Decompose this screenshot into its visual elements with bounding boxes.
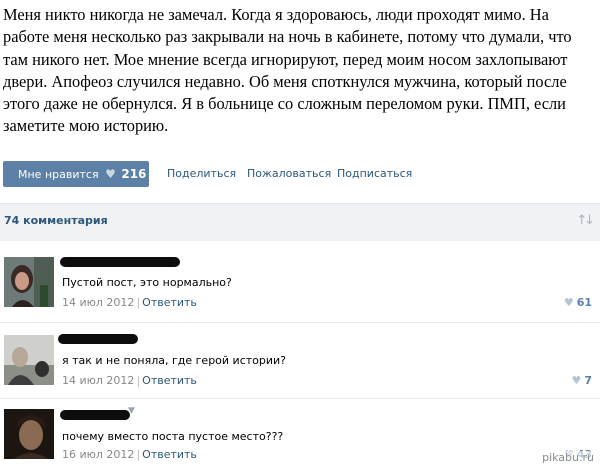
redacted-author-name (60, 257, 180, 267)
comment-date[interactable]: 16 июл 2012 (62, 448, 134, 461)
comments-header: 74 комментария ↑↓ (0, 203, 600, 241)
comment-meta: 14 июл 2012 | Ответить (62, 374, 197, 387)
reply-link[interactable]: Ответить (142, 374, 197, 387)
like-count: 216 (121, 167, 147, 181)
comment-text: я так и не поняла, где герой истории? (62, 354, 287, 367)
comment-like[interactable]: ♥ 61 (564, 296, 592, 309)
like-label: Мне нравится (18, 168, 99, 181)
subscribe-link[interactable]: Подписаться (337, 161, 412, 187)
heart-icon: ♥ (563, 296, 574, 309)
chevron-down-icon[interactable]: ▼ (128, 406, 135, 416)
comment-meta: 16 июл 2012 | Ответить (62, 448, 197, 461)
share-link[interactable]: Поделиться (167, 161, 236, 187)
reply-link[interactable]: Ответить (142, 296, 197, 309)
report-link[interactable]: Пожаловаться (247, 161, 331, 187)
separator: | (136, 374, 141, 387)
reply-link[interactable]: Ответить (142, 448, 197, 461)
comment-item: я так и не поняла, где герой истории? 14… (0, 330, 600, 396)
comment-date[interactable]: 14 июл 2012 (62, 374, 134, 387)
heart-icon: ♥ (571, 374, 582, 387)
comment-text: Пустой пост, это нормально? (62, 276, 232, 289)
comment-like-count: 61 (576, 296, 592, 309)
divider (0, 322, 600, 323)
sort-arrows-icon[interactable]: ↑↓ (576, 213, 595, 228)
avatar[interactable] (4, 409, 54, 459)
comment-meta: 14 июл 2012 | Ответить (62, 296, 197, 309)
redacted-author-name (58, 334, 138, 344)
redacted-author-name (60, 410, 130, 420)
like-button[interactable]: Мне нравится ♥ 216 (3, 161, 149, 187)
comment-item: Пустой пост, это нормально? 14 июл 2012 |… (0, 254, 600, 320)
comment-date[interactable]: 14 июл 2012 (62, 296, 134, 309)
comment-like-count: 7 (584, 374, 592, 387)
comments-count-title[interactable]: 74 комментария (4, 214, 108, 227)
avatar[interactable] (4, 257, 54, 307)
avatar[interactable] (4, 335, 54, 385)
divider (0, 398, 600, 399)
comment-like[interactable]: ♥ 7 (571, 374, 592, 387)
watermark: pikabu.ru (542, 451, 594, 464)
separator: | (136, 296, 141, 309)
separator: | (136, 448, 141, 461)
heart-icon: ♥ (105, 167, 116, 181)
comment-text: почему вместо поста пустое место??? (62, 430, 284, 443)
comment-item: ▼ почему вместо поста пустое место??? 16… (0, 406, 600, 470)
post-text: Меня никто никогда не замечал. Когда я з… (3, 5, 572, 136)
